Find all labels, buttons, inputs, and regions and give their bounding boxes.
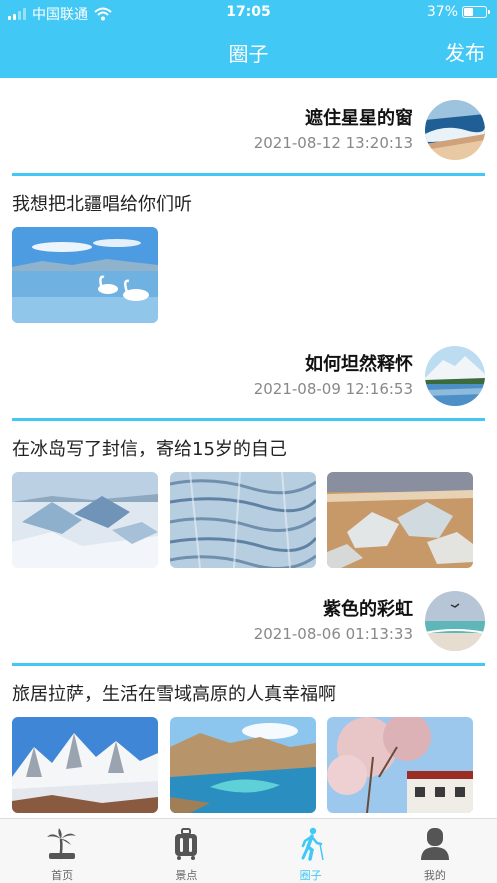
post-meta: 遮住星星的窗 2021-08-12 13:20:13 [254, 106, 413, 154]
glacier-image[interactable] [12, 472, 158, 568]
tab-label: 首页 [51, 869, 74, 882]
tab-mine[interactable]: 我的 [373, 819, 497, 883]
cherry-blossom-house-image[interactable] [327, 717, 473, 813]
walking-person-icon [301, 827, 324, 861]
post-date: 2021-08-12 13:20:13 [253, 134, 413, 152]
ocean-wave-icon[interactable] [425, 100, 485, 160]
suitcase-icon [175, 828, 198, 860]
palm-tree-icon [47, 828, 77, 860]
post-feed[interactable]: 遮住星星的窗 2021-08-12 13:20:13 我想把北疆唱给你们听 如何… [0, 78, 497, 818]
post-header[interactable]: 紫色的彩虹 2021-08-06 01:13:33 [254, 589, 485, 653]
post-author: 如何坦然释怀 [305, 354, 413, 375]
header: 中国联通 17:05 37% 圈子 发布 [0, 0, 497, 78]
post-text[interactable]: 在冰岛写了封信，寄给15岁的自己 [12, 435, 287, 461]
turquoise-lake-image[interactable] [170, 717, 316, 813]
status-time: 17:05 [226, 4, 271, 20]
post-author: 遮住星星的窗 [305, 108, 413, 129]
battery-percent: 37% [426, 4, 458, 20]
ice-crevasses-image[interactable] [170, 472, 316, 568]
publish-button[interactable]: 发布 [445, 37, 485, 66]
post-author: 紫色的彩虹 [323, 599, 413, 620]
tab-label: 景点 [175, 869, 198, 882]
post-header[interactable]: 如何坦然释怀 2021-08-09 12:16:53 [254, 344, 485, 408]
post-divider [12, 418, 485, 421]
user-icon [420, 828, 449, 860]
tab-label: 圈子 [299, 869, 322, 882]
tab-home[interactable]: 首页 [0, 819, 124, 883]
status-right: 37% [426, 4, 490, 20]
tab-attractions[interactable]: 景点 [124, 819, 248, 883]
post-divider [12, 173, 485, 176]
battery-icon [462, 6, 490, 18]
snow-mountain-lake-icon[interactable] [425, 346, 485, 406]
swans-lake-image[interactable] [12, 227, 158, 323]
status-bar: 中国联通 17:05 37% [0, 0, 497, 26]
snow-peaks-image[interactable] [12, 717, 158, 813]
post-date: 2021-08-09 12:16:53 [253, 380, 413, 398]
post-meta: 紫色的彩虹 2021-08-06 01:13:33 [254, 597, 413, 645]
beach-bird-icon[interactable] [425, 591, 485, 651]
post-text[interactable]: 旅居拉萨，生活在雪域高原的人真幸福啊 [12, 680, 336, 706]
post-date: 2021-08-06 01:13:33 [253, 625, 413, 643]
page-title: 圈子 [228, 42, 269, 66]
post-divider [12, 663, 485, 666]
post-text[interactable]: 我想把北疆唱给你们听 [12, 190, 192, 216]
tab-circle[interactable]: 圈子 [249, 819, 373, 883]
tab-label: 我的 [423, 869, 446, 882]
tab-bar: 首页 景点 圈子 我的 [0, 818, 497, 883]
battery-level [464, 8, 473, 16]
ice-on-beach-image[interactable] [327, 472, 473, 568]
post-meta: 如何坦然释怀 2021-08-09 12:16:53 [254, 352, 413, 400]
post-header[interactable]: 遮住星星的窗 2021-08-12 13:20:13 [254, 98, 485, 162]
